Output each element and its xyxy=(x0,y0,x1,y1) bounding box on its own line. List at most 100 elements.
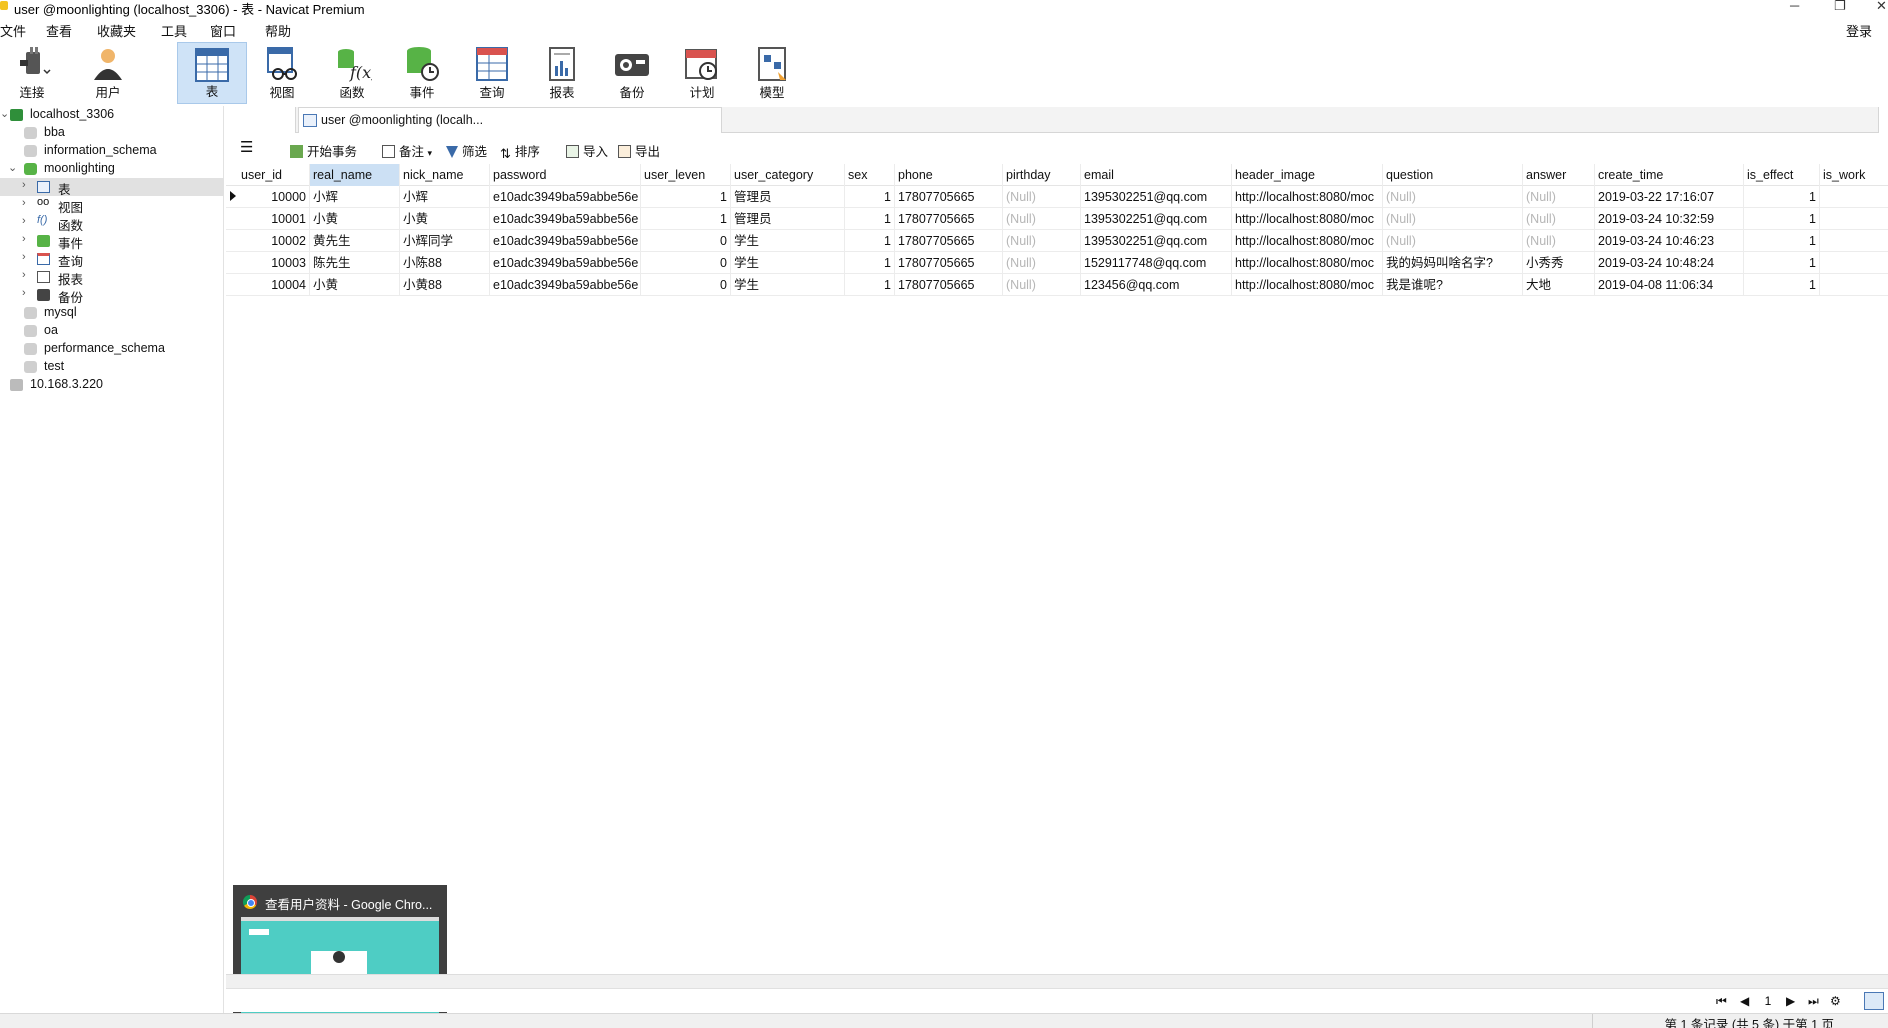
collapse-icon[interactable]: › xyxy=(22,269,26,281)
tree-item-views[interactable]: › oo 视图 xyxy=(0,196,224,215)
schedule-button[interactable]: 计划 xyxy=(667,42,737,104)
tree-item-backups[interactable]: › 备份 xyxy=(0,286,224,305)
collapse-icon[interactable]: › xyxy=(22,233,26,245)
cell-phone[interactable]: 17807705665 xyxy=(895,208,1003,230)
cell-phone[interactable]: 17807705665 xyxy=(895,252,1003,274)
collapse-icon[interactable]: › xyxy=(22,197,26,209)
cell-email[interactable]: 1395302251@qq.com xyxy=(1081,208,1232,230)
tree-item-reports[interactable]: › 报表 xyxy=(0,268,224,287)
cell-user-leven[interactable]: 1 xyxy=(641,208,731,230)
cell-user-id[interactable]: 10001 xyxy=(238,208,310,230)
cell-sex[interactable]: 1 xyxy=(845,186,895,208)
cell-pirthday[interactable]: (Null) xyxy=(1003,252,1081,274)
cell-phone[interactable]: 17807705665 xyxy=(895,230,1003,252)
first-record-button[interactable]: ⏮ xyxy=(1716,994,1727,1009)
tab-objects[interactable] xyxy=(226,107,296,133)
memo-button[interactable]: 备注 ▾ xyxy=(382,141,432,159)
cell-header-image[interactable]: http://localhost:8080/moc xyxy=(1232,208,1383,230)
connection-button[interactable]: 连接 xyxy=(0,42,67,104)
cell-real-name[interactable]: 小黄 xyxy=(310,274,400,296)
cell-pirthday[interactable]: (Null) xyxy=(1003,230,1081,252)
report-button[interactable]: 报表 xyxy=(527,42,597,104)
export-button[interactable]: 导出 xyxy=(618,141,660,159)
import-button[interactable]: 导入 xyxy=(566,141,608,159)
table-row[interactable]: 10001 小黄 小黄 e10adc3949ba59abbe56e 1 管理员 1 17807… xyxy=(226,208,1888,230)
cell-pirthday[interactable]: (Null) xyxy=(1003,208,1081,230)
cell-pirthday[interactable]: (Null) xyxy=(1003,186,1081,208)
cell-question[interactable]: (Null) xyxy=(1383,208,1523,230)
tree-item-queries[interactable]: › 查询 xyxy=(0,250,224,269)
table-row[interactable]: 10003 陈先生 小陈88 e10adc3949ba59abbe56e 0 学生 1 178… xyxy=(226,252,1888,274)
column-header-nick-name[interactable]: nick_name xyxy=(400,164,490,186)
query-button[interactable]: 查询 xyxy=(457,42,527,104)
cell-user-leven[interactable]: 0 xyxy=(641,230,731,252)
cell-pirthday[interactable]: (Null) xyxy=(1003,274,1081,296)
menu-tools[interactable]: 工具 xyxy=(161,21,187,40)
cell-email[interactable]: 123456@qq.com xyxy=(1081,274,1232,296)
cell-user-id[interactable]: 10002 xyxy=(238,230,310,252)
expand-icon[interactable]: ⌄ xyxy=(0,107,9,120)
model-button[interactable]: 模型 xyxy=(737,42,807,104)
horizontal-scrollbar[interactable] xyxy=(226,974,1888,988)
tab-user-table[interactable]: user @moonlighting (localh... xyxy=(298,107,722,133)
cell-is-effect[interactable]: 1 xyxy=(1744,230,1820,252)
tree-item-oa[interactable]: oa xyxy=(0,322,224,340)
cell-create-time[interactable]: 2019-03-24 10:32:59 xyxy=(1595,208,1744,230)
menu-favorites[interactable]: 收藏夹 xyxy=(97,21,136,40)
cell-create-time[interactable]: 2019-03-22 17:16:07 xyxy=(1595,186,1744,208)
cell-real-name[interactable]: 陈先生 xyxy=(310,252,400,274)
column-header-user-leven[interactable]: user_leven xyxy=(641,164,731,186)
column-header-header-image[interactable]: header_image xyxy=(1232,164,1383,186)
column-header-real-name[interactable]: real_name xyxy=(310,164,400,186)
cell-user-leven[interactable]: 0 xyxy=(641,274,731,296)
cell-is-work[interactable]: 1 xyxy=(1820,252,1888,274)
column-header-is-work[interactable]: is_work xyxy=(1820,164,1888,186)
cell-user-leven[interactable]: 0 xyxy=(641,252,731,274)
cell-password[interactable]: e10adc3949ba59abbe56e xyxy=(490,186,641,208)
cell-phone[interactable]: 17807705665 xyxy=(895,186,1003,208)
tree-item-bba[interactable]: bba xyxy=(0,124,224,142)
column-header-sex[interactable]: sex xyxy=(845,164,895,186)
close-button[interactable]: ✕ xyxy=(1876,0,1887,14)
cell-create-time[interactable]: 2019-03-24 10:48:24 xyxy=(1595,252,1744,274)
cell-is-work[interactable]: 1 xyxy=(1820,186,1888,208)
column-header-password[interactable]: password xyxy=(490,164,641,186)
cell-nick-name[interactable]: 小辉同学 xyxy=(400,230,490,252)
cell-header-image[interactable]: http://localhost:8080/moc xyxy=(1232,230,1383,252)
cell-user-category[interactable]: 学生 xyxy=(731,274,845,296)
cell-answer[interactable]: (Null) xyxy=(1523,208,1595,230)
cell-real-name[interactable]: 黄先生 xyxy=(310,230,400,252)
cell-question[interactable]: (Null) xyxy=(1383,186,1523,208)
cell-is-work[interactable]: 1 xyxy=(1820,208,1888,230)
cell-nick-name[interactable]: 小辉 xyxy=(400,186,490,208)
menu-icon[interactable]: ☰ xyxy=(240,138,253,156)
cell-real-name[interactable]: 小辉 xyxy=(310,186,400,208)
cell-header-image[interactable]: http://localhost:8080/moc xyxy=(1232,186,1383,208)
cell-answer[interactable]: 大地 xyxy=(1523,274,1595,296)
table-row[interactable]: 10000 小辉 小辉 e10adc3949ba59abbe56e 1 管理员 1 17807… xyxy=(226,186,1888,208)
cell-header-image[interactable]: http://localhost:8080/moc xyxy=(1232,274,1383,296)
collapse-icon[interactable]: › xyxy=(22,179,26,191)
last-record-button[interactable]: ⏭ xyxy=(1808,994,1819,1009)
cell-email[interactable]: 1529117748@qq.com xyxy=(1081,252,1232,274)
table-row[interactable]: 10004 小黄 小黄88 e10adc3949ba59abbe56e 0 学生 1 1780… xyxy=(226,274,1888,296)
column-header-user-id[interactable]: user_id xyxy=(238,164,310,186)
cell-user-id[interactable]: 10003 xyxy=(238,252,310,274)
function-button[interactable]: f(x) 函数 xyxy=(317,42,387,104)
cell-sex[interactable]: 1 xyxy=(845,274,895,296)
menu-view[interactable]: 查看 xyxy=(46,21,72,40)
cell-sex[interactable]: 1 xyxy=(845,252,895,274)
tree-item-mysql[interactable]: mysql xyxy=(0,304,224,322)
view-button[interactable]: 视图 xyxy=(247,42,317,104)
cell-is-effect[interactable]: 1 xyxy=(1744,274,1820,296)
cell-question[interactable]: 我是谁呢? xyxy=(1383,274,1523,296)
backup-button[interactable]: 备份 xyxy=(597,42,667,104)
cell-password[interactable]: e10adc3949ba59abbe56e xyxy=(490,274,641,296)
sort-button[interactable]: ⇅ 排序 xyxy=(500,141,540,161)
filter-button[interactable]: 筛选 xyxy=(446,141,487,159)
minimize-button[interactable]: ─ xyxy=(1790,0,1799,13)
cell-user-id[interactable]: 10004 xyxy=(238,274,310,296)
tree-item-events[interactable]: › 事件 xyxy=(0,232,224,251)
cell-user-id[interactable]: 10000 xyxy=(238,186,310,208)
column-header-question[interactable]: question xyxy=(1383,164,1523,186)
